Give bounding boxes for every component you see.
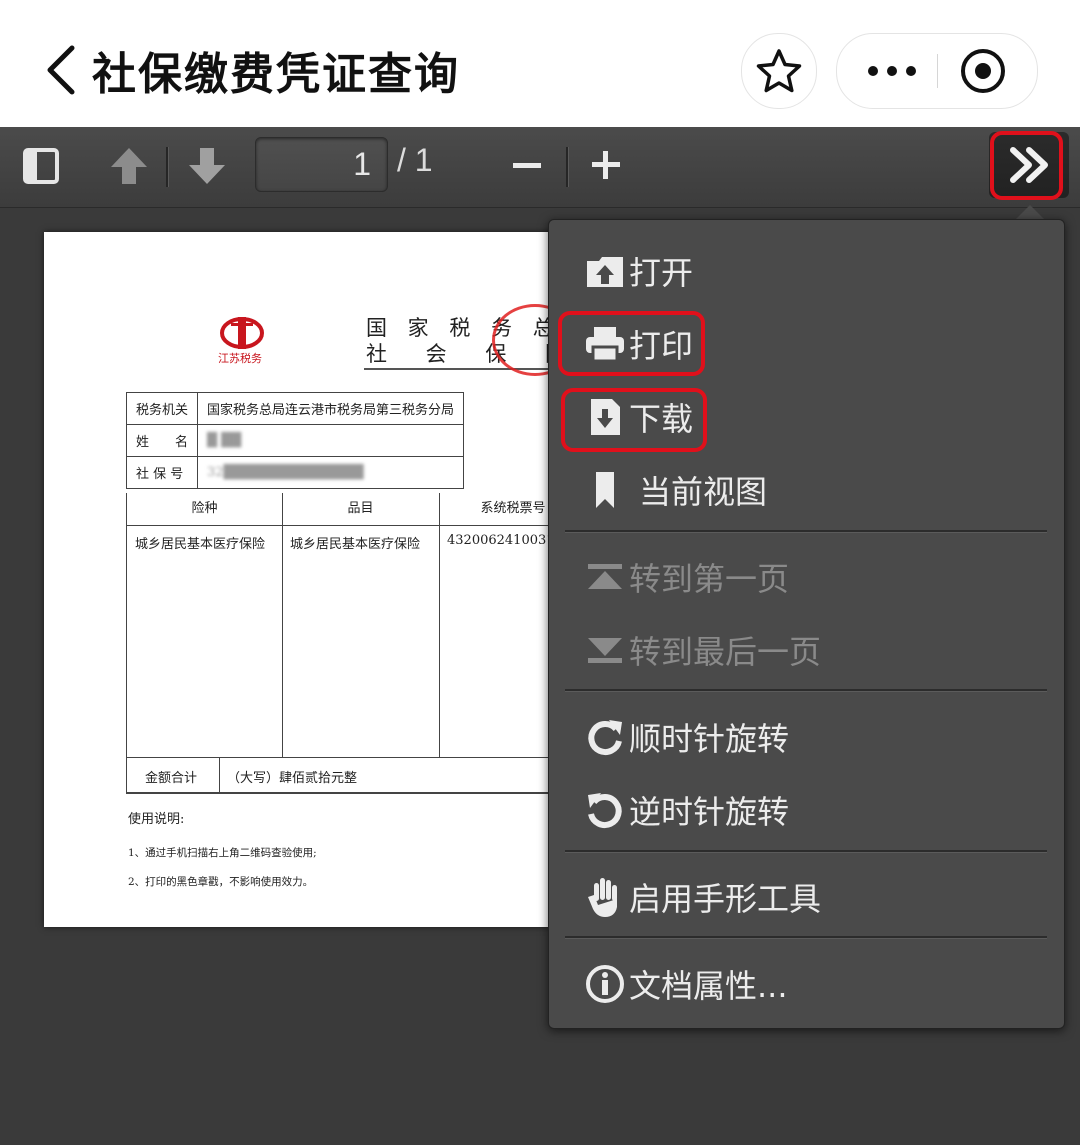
note-line: 2、打印的黑色章戳，不影响使用效力。 bbox=[128, 876, 314, 888]
menu-item-last-page[interactable]: 转到最后一页 bbox=[583, 620, 821, 680]
more-dots-icon bbox=[868, 66, 916, 76]
favorite-button[interactable] bbox=[741, 33, 817, 109]
menu-item-label: 启用手形工具 bbox=[629, 880, 822, 918]
pdf-page: 江苏税务 国 家 税 务 总 局 社 会 保 险 费 税务机关 国家税务总局连云… bbox=[44, 232, 564, 927]
info-label: 姓 名 bbox=[125, 424, 199, 457]
cell-divider bbox=[219, 758, 220, 792]
more-button[interactable] bbox=[837, 34, 937, 108]
tools-button-highlight bbox=[990, 131, 1063, 200]
menu-caret bbox=[1016, 205, 1044, 219]
menu-item-document-properties[interactable]: 文档属性... bbox=[583, 954, 788, 1014]
app-header: 社保缴费凭证查询 bbox=[0, 0, 1080, 127]
rotate-counterclockwise-icon bbox=[583, 788, 627, 832]
table-column: 品目 城乡居民基本医疗保险 bbox=[282, 493, 440, 757]
menu-item-label: 逆时针旋转 bbox=[629, 793, 790, 831]
menu-separator bbox=[565, 530, 1047, 533]
download-highlight bbox=[561, 388, 707, 452]
sidebar-toggle-icon[interactable] bbox=[22, 147, 60, 189]
menu-item-label: 文档属性... bbox=[629, 967, 788, 1005]
column-header: 系统税票号 bbox=[439, 493, 564, 526]
previous-page-icon[interactable] bbox=[108, 145, 150, 191]
column-header: 险种 bbox=[127, 493, 282, 526]
next-page-icon[interactable] bbox=[186, 145, 228, 191]
page-number-input[interactable]: 1 bbox=[255, 137, 388, 192]
menu-item-label: 顺时针旋转 bbox=[629, 720, 790, 758]
info-value: 国家税务总局连云港市税务局第三税务分局 bbox=[197, 392, 465, 425]
menu-item-open[interactable]: 打开 bbox=[583, 241, 693, 301]
total-value: （大写）肆佰贰拾元整 bbox=[227, 771, 358, 786]
items-table: 险种 城乡居民基本医疗保险 品目 城乡居民基本医疗保险 系统税票号 432006… bbox=[126, 493, 564, 794]
tax-logo-icon bbox=[219, 315, 265, 355]
page-title: 社保缴费凭证查询 bbox=[92, 49, 460, 100]
menu-item-hand-tool[interactable]: 启用手形工具 bbox=[583, 867, 821, 927]
menu-item-label: 转到最后一页 bbox=[629, 633, 822, 671]
close-button[interactable] bbox=[938, 34, 1037, 108]
star-icon bbox=[756, 49, 802, 93]
menu-item-label: 打开 bbox=[629, 254, 694, 292]
menu-item-rotate-clockwise[interactable]: 顺时针旋转 bbox=[583, 707, 789, 767]
info-value: 32██████████████ bbox=[197, 456, 465, 489]
page-count: / 1 bbox=[397, 142, 433, 178]
info-label: 社 保 号 bbox=[125, 456, 199, 489]
note-line: 1、通过手机扫描右上角二维码查验使用; bbox=[128, 847, 317, 859]
first-page-icon bbox=[583, 555, 627, 599]
column-value: 城乡居民基本医疗保险 bbox=[290, 537, 421, 552]
zoom-out-icon[interactable] bbox=[513, 155, 543, 179]
hand-icon bbox=[583, 875, 627, 919]
back-chevron-icon[interactable] bbox=[42, 40, 82, 100]
table-row: 社 保 号 32██████████████ bbox=[125, 456, 465, 489]
menu-item-current-view[interactable]: 当前视图 bbox=[583, 460, 767, 520]
bookmark-icon bbox=[583, 468, 627, 512]
info-label: 税务机关 bbox=[125, 392, 199, 425]
column-header: 品目 bbox=[282, 493, 439, 526]
menu-item-rotate-counterclockwise[interactable]: 逆时针旋转 bbox=[583, 780, 789, 840]
info-value: █ ██ bbox=[197, 424, 465, 457]
column-value: 城乡居民基本医疗保险 bbox=[135, 537, 266, 552]
table-row: 姓 名 █ ██ bbox=[125, 424, 465, 457]
pdf-toolbar: 1 / 1 bbox=[0, 127, 1080, 208]
toolbar-separator bbox=[566, 147, 569, 187]
rotate-clockwise-icon bbox=[583, 715, 627, 759]
column-value: 4320062410031 bbox=[447, 533, 555, 548]
table-column: 险种 城乡居民基本医疗保险 bbox=[127, 493, 283, 757]
target-close-icon bbox=[961, 49, 1005, 93]
menu-item-first-page[interactable]: 转到第一页 bbox=[583, 547, 789, 607]
menu-separator bbox=[565, 850, 1047, 853]
menu-separator bbox=[565, 689, 1047, 692]
toolbar-separator bbox=[166, 147, 169, 187]
notes-title: 使用说明: bbox=[128, 812, 185, 827]
total-label: 金额合计 bbox=[145, 771, 198, 786]
last-page-icon bbox=[583, 628, 627, 672]
total-row: 金额合计 （大写）肆佰贰拾元整 bbox=[126, 757, 564, 793]
folder-open-icon bbox=[583, 249, 627, 293]
print-highlight bbox=[558, 311, 705, 376]
info-table: 税务机关 国家税务总局连云港市税务局第三税务分局 姓 名 █ ██ 社 保 号 … bbox=[125, 392, 465, 489]
mini-program-capsule bbox=[836, 33, 1038, 109]
menu-item-label: 转到第一页 bbox=[629, 560, 790, 598]
table-row: 税务机关 国家税务总局连云港市税务局第三税务分局 bbox=[125, 392, 465, 425]
menu-item-label: 当前视图 bbox=[639, 473, 768, 511]
table-column: 系统税票号 4320062410031 bbox=[439, 493, 564, 757]
menu-separator bbox=[565, 936, 1047, 939]
logo-caption: 江苏税务 bbox=[218, 352, 262, 365]
info-icon bbox=[583, 962, 627, 1006]
zoom-in-icon[interactable] bbox=[591, 150, 621, 184]
